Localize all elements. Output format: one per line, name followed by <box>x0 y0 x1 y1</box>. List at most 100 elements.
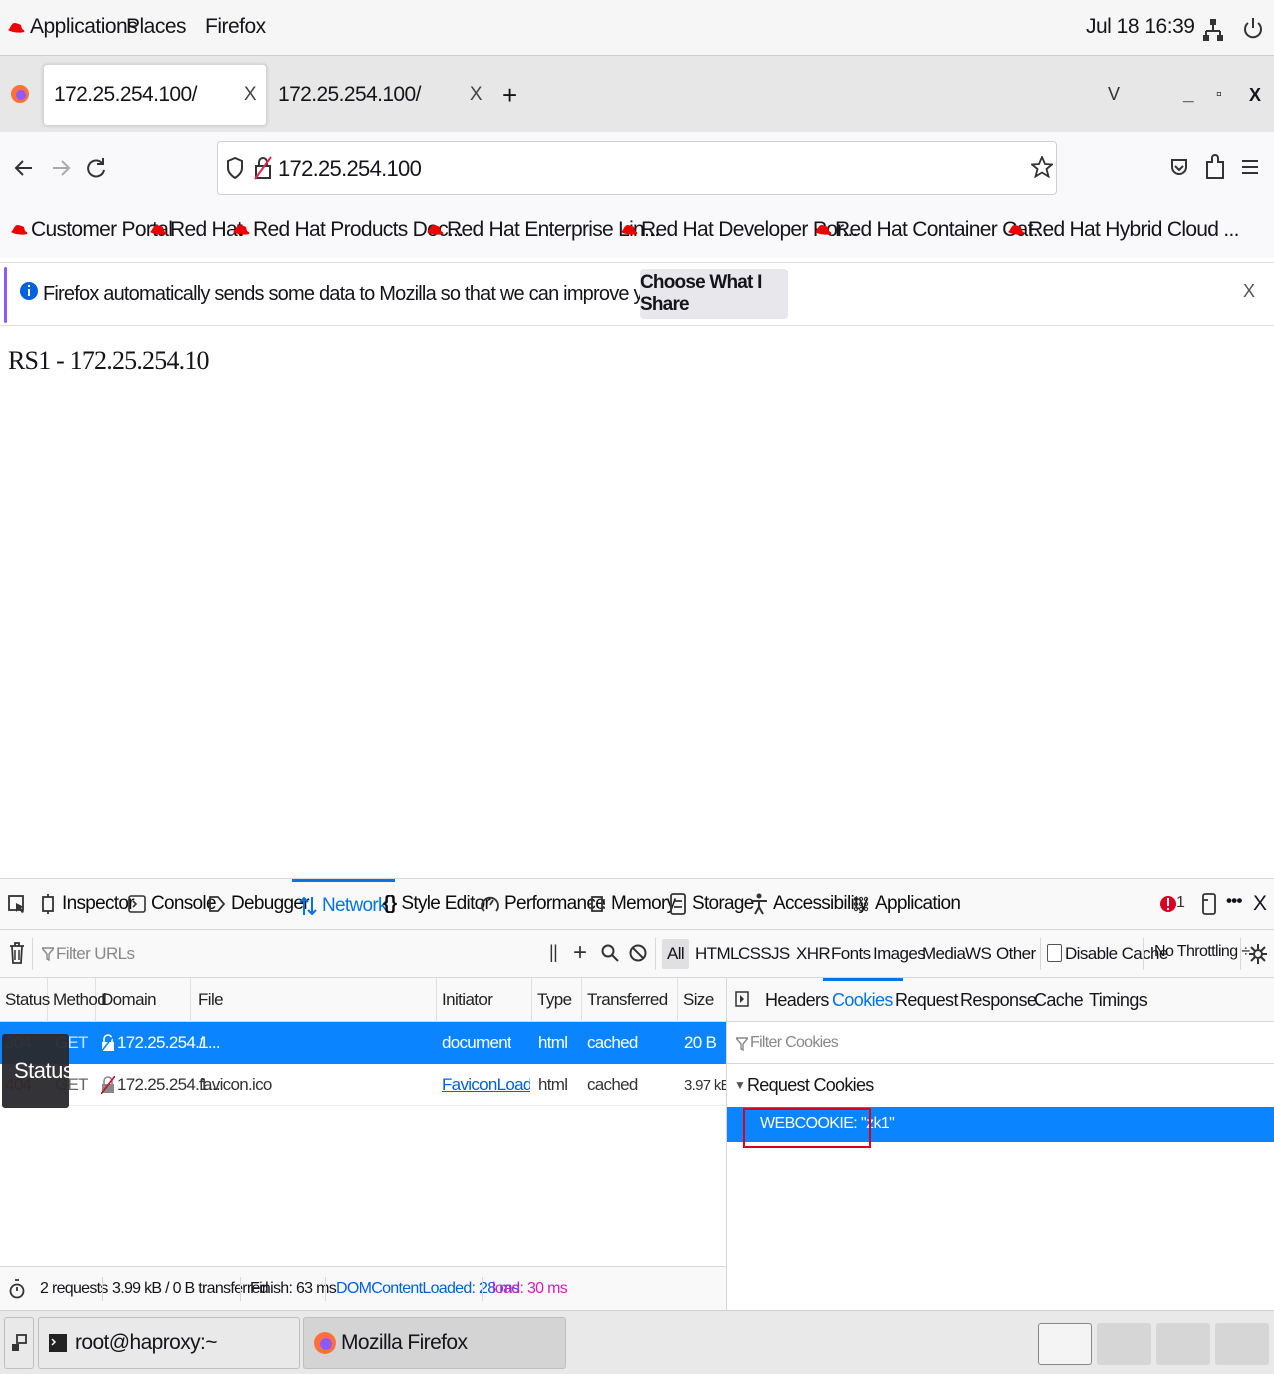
tab-memory[interactable]: Memory <box>588 879 676 929</box>
places-menu[interactable]: Places <box>126 15 187 39</box>
url-text[interactable]: 172.25.254.100 <box>278 156 422 182</box>
pocket-icon[interactable] <box>1170 158 1188 178</box>
tab-inspector[interactable]: Inspector <box>40 879 135 929</box>
bookmark-customer-portal[interactable]: Customer Portal <box>10 218 173 242</box>
new-tab-button[interactable]: + <box>502 80 517 111</box>
filter-fonts[interactable]: Fonts <box>831 944 871 964</box>
back-icon[interactable] <box>14 159 34 177</box>
filter-other[interactable]: Other <box>996 944 1036 964</box>
tab-request[interactable]: Request <box>895 978 958 1022</box>
terminal-task[interactable]: root@haproxy:~ <box>38 1317 300 1369</box>
choose-what-i-share-button[interactable]: Choose What I Share <box>640 269 788 319</box>
table-row[interactable]: 404 GET 172.25.254.1... favicon.ico Favi… <box>0 1064 730 1106</box>
filter-all[interactable]: All <box>662 939 690 969</box>
filter-js[interactable]: JS <box>771 944 790 964</box>
col-domain[interactable]: Domain <box>96 978 191 1022</box>
tab-performance[interactable]: Performance <box>481 879 606 929</box>
add-request-button[interactable]: + <box>573 939 587 967</box>
notification-close-button[interactable]: X <box>1243 281 1255 302</box>
col-type[interactable]: Type <box>532 978 582 1022</box>
tab-close-button[interactable]: X <box>244 84 257 106</box>
throttling-select[interactable]: No Throttling ÷ <box>1154 943 1250 961</box>
workspace-2[interactable] <box>1097 1323 1151 1365</box>
filter-images[interactable]: Images <box>873 944 926 964</box>
network-icon[interactable] <box>1203 18 1223 42</box>
search-icon[interactable] <box>601 944 619 962</box>
col-transferred[interactable]: Transferred <box>582 978 678 1022</box>
maximize-button[interactable]: ▫ <box>1216 86 1222 104</box>
firefox-view-icon[interactable] <box>10 84 30 104</box>
filter-xhr[interactable]: XHR <box>796 944 831 964</box>
col-initiator[interactable]: Initiator <box>437 978 532 1022</box>
bookmark-hybrid-cloud[interactable]: Red Hat Hybrid Cloud ... <box>1007 218 1239 242</box>
minimize-button[interactable]: _ <box>1183 84 1194 106</box>
tab-timings[interactable]: Timings <box>1089 978 1148 1022</box>
show-desktop-button[interactable] <box>4 1317 34 1369</box>
tab-close-button[interactable]: X <box>470 84 483 106</box>
workspace-1[interactable] <box>1038 1323 1092 1365</box>
tracking-shield-icon[interactable] <box>226 157 244 179</box>
reload-icon[interactable] <box>86 157 106 179</box>
filter-cookies-input[interactable]: Filter Cookies <box>750 1034 839 1052</box>
tab-style-editor[interactable]: {} Style Editor <box>383 879 491 929</box>
firefox-task[interactable]: Mozilla Firefox <box>303 1317 566 1369</box>
toggle-sidebar-icon[interactable] <box>735 991 749 1007</box>
tab-headers[interactable]: Headers <box>765 978 829 1022</box>
tab-2[interactable]: 172.25.254.100/ X <box>270 64 494 126</box>
initiator-link[interactable]: FaviconLoader.... <box>442 1064 530 1106</box>
element-picker-icon[interactable] <box>8 895 26 915</box>
workspace-3[interactable] <box>1156 1323 1210 1365</box>
tab-cache[interactable]: Cache <box>1034 978 1084 1022</box>
error-count[interactable]: 1 <box>1176 894 1185 912</box>
applications-menu[interactable]: Applications <box>30 15 138 39</box>
clock[interactable]: Jul 18 16:39 <box>1086 15 1195 39</box>
url-bar[interactable]: 172.25.254.100 <box>217 141 1057 195</box>
filter-html[interactable]: HTML <box>695 944 739 964</box>
close-window-button[interactable]: X <box>1249 85 1261 106</box>
top-panel: Applications Places Firefox Jul 18 16:39 <box>0 0 1274 56</box>
tab-console[interactable]: Console <box>128 879 217 929</box>
col-method[interactable]: Method <box>48 978 107 1022</box>
redhat-icon <box>1008 225 1025 235</box>
disable-cache-checkbox[interactable] <box>1047 944 1062 962</box>
network-toolbar: Filter URLs || + All HTML CSS JS XHR Fon… <box>0 930 1274 978</box>
col-status[interactable]: Status <box>0 978 50 1022</box>
settings-gear-icon[interactable] <box>1248 943 1268 965</box>
forward-icon[interactable] <box>51 159 71 177</box>
type-cell: html <box>538 1033 568 1052</box>
tab-network[interactable]: Network <box>292 879 395 929</box>
table-row[interactable]: 304 GET 172.25.254.1... / document html … <box>0 1022 726 1064</box>
error-icon[interactable] <box>1160 894 1176 914</box>
power-icon[interactable] <box>1243 17 1263 39</box>
tab-accessibility[interactable]: Accessibility <box>750 879 868 929</box>
dock-options-icon[interactable] <box>1199 892 1219 916</box>
size-cell: 20 B <box>684 1033 717 1052</box>
extensions-icon[interactable] <box>1205 154 1225 180</box>
filter-media[interactable]: Media <box>922 944 966 964</box>
filter-css[interactable]: CSS <box>738 944 772 964</box>
more-options-button[interactable]: ••• <box>1226 891 1242 911</box>
filter-urls-input[interactable]: Filter URLs <box>56 944 135 964</box>
tab-storage[interactable]: Storage <box>670 879 754 929</box>
request-cookies-section[interactable]: ▼ Request Cookies <box>727 1066 1274 1106</box>
filter-cookies-box[interactable]: Filter Cookies <box>727 1022 1274 1064</box>
bookmark-star-icon[interactable] <box>1031 156 1053 178</box>
disable-cache-label[interactable]: Disable Cache <box>1065 944 1168 964</box>
tab-cookies[interactable]: Cookies <box>823 978 903 1022</box>
devtools-close-button[interactable]: X <box>1253 892 1267 916</box>
block-icon[interactable] <box>629 944 647 962</box>
trash-icon[interactable] <box>9 942 25 964</box>
col-file[interactable]: File <box>193 978 437 1022</box>
pause-button[interactable]: || <box>549 942 558 963</box>
tab-application[interactable]: Application <box>853 879 961 929</box>
tab-response[interactable]: Response <box>960 978 1037 1022</box>
firefox-app-menu[interactable]: Firefox <box>205 15 266 39</box>
tab-1[interactable]: 172.25.254.100/ X <box>43 64 267 126</box>
insecure-lock-icon[interactable] <box>254 156 272 180</box>
workspace-4[interactable] <box>1215 1323 1269 1365</box>
bookmark-red-hat[interactable]: Red Hat <box>149 218 243 242</box>
list-tabs-button[interactable]: V <box>1108 84 1120 105</box>
col-size[interactable]: Size <box>678 978 726 1022</box>
hamburger-menu-icon[interactable] <box>1242 159 1258 175</box>
filter-ws[interactable]: WS <box>965 944 992 964</box>
